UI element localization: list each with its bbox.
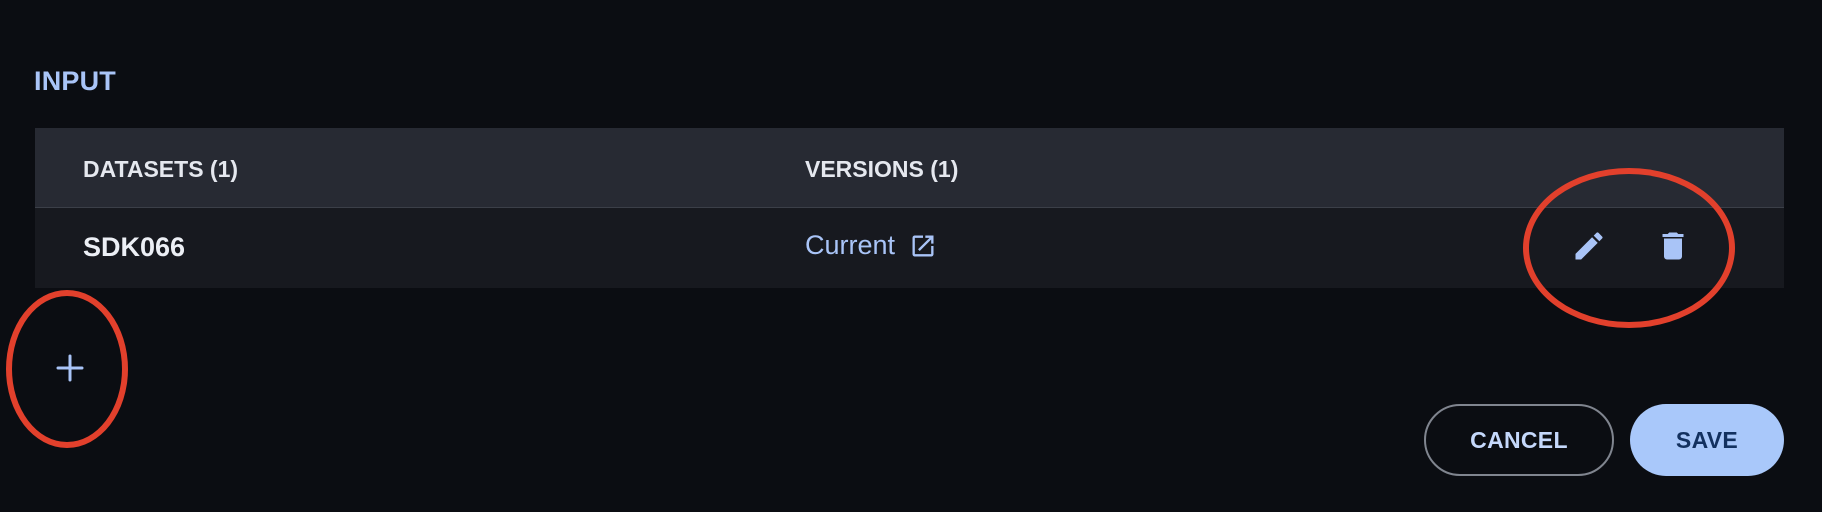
add-icon xyxy=(55,353,85,388)
save-button[interactable]: SAVE xyxy=(1630,404,1784,476)
dataset-name: SDK066 xyxy=(83,232,186,262)
row-actions xyxy=(1567,226,1695,270)
datasets-table: DATASETS (1) VERSIONS (1) SDK066 Current xyxy=(35,128,1784,288)
header-datasets: DATASETS (1) xyxy=(83,156,239,182)
table-row: SDK066 Current xyxy=(35,208,1784,288)
table-header: DATASETS (1) VERSIONS (1) xyxy=(35,128,1784,208)
section-title: INPUT xyxy=(34,66,116,96)
delete-icon xyxy=(1655,228,1691,269)
delete-button[interactable] xyxy=(1651,226,1695,270)
edit-button[interactable] xyxy=(1567,226,1611,270)
cancel-button[interactable]: CANCEL xyxy=(1424,404,1614,476)
input-config-page: INPUT DATASETS (1) VERSIONS (1) SDK066 C… xyxy=(0,0,1822,512)
add-dataset-button[interactable] xyxy=(44,344,96,396)
open-in-new-icon xyxy=(909,232,937,260)
edit-icon xyxy=(1571,228,1607,269)
version-label: Current xyxy=(805,230,896,260)
version-link[interactable]: Current xyxy=(805,230,937,261)
header-versions: VERSIONS (1) xyxy=(805,156,959,182)
